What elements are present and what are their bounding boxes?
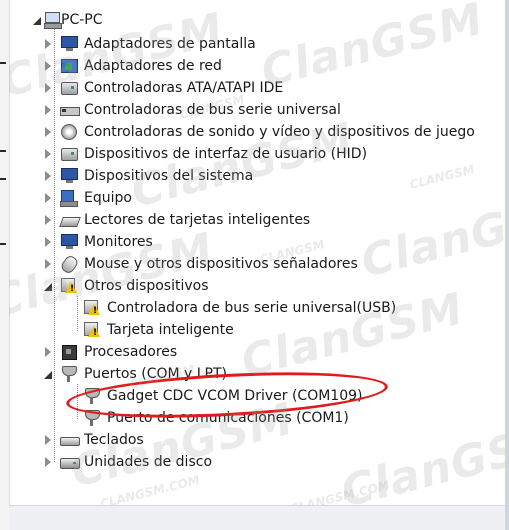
tree-item-mouse[interactable]: Mouse y otros dispositivos señaladores bbox=[9, 253, 505, 276]
tree-item-label: Controladoras de bus serie universal bbox=[84, 102, 341, 118]
computer-icon bbox=[44, 11, 62, 29]
tree-item-label: Gadget CDC VCOM Driver (COM109) bbox=[107, 388, 363, 404]
expand-icon[interactable] bbox=[43, 105, 53, 115]
smart-card-reader-icon bbox=[59, 211, 81, 228]
tree-item-network-adapters[interactable]: Adaptadores de red bbox=[9, 55, 505, 77]
tree-item-label: Puerto de comunicaciones (COM1) bbox=[107, 410, 349, 426]
network-adapter-icon bbox=[60, 57, 78, 74]
tree-item-label: Unidades de disco bbox=[84, 454, 213, 470]
tree-item-monitors[interactable]: Monitores bbox=[9, 231, 505, 253]
tree-item-sound-video[interactable]: Controladoras de sonido y vídeo y dispos… bbox=[9, 121, 505, 143]
tree-item-ide-controllers[interactable]: Controladoras ATA/ATAPI IDE bbox=[9, 77, 505, 99]
tree-item-other-smart-card[interactable]: ! Tarjeta inteligente bbox=[9, 319, 505, 341]
expand-icon[interactable] bbox=[43, 171, 53, 181]
ide-controller-icon bbox=[60, 79, 78, 96]
tree-item-usb-controllers[interactable]: Controladoras de bus serie universal bbox=[9, 99, 505, 121]
warning-device-icon: ! bbox=[60, 277, 78, 294]
display-adapter-icon bbox=[60, 35, 78, 52]
warning-device-icon: ! bbox=[83, 321, 101, 338]
port-icon bbox=[83, 409, 101, 426]
edge-mark bbox=[0, 178, 6, 180]
port-icon bbox=[60, 365, 78, 382]
expand-icon[interactable] bbox=[43, 61, 53, 71]
tree-item-label: Dispositivos del sistema bbox=[84, 168, 254, 184]
tree-item-label: Otros dispositivos bbox=[84, 278, 209, 294]
tree-item-label: Procesadores bbox=[84, 344, 178, 360]
edge-mark bbox=[0, 62, 6, 64]
tree-item-label: Lectores de tarjetas inteligentes bbox=[84, 212, 311, 228]
collapse-icon[interactable] bbox=[43, 281, 53, 291]
tree-item-label: Adaptadores de pantalla bbox=[84, 36, 256, 52]
tree-root-label: PC-PC bbox=[61, 12, 103, 28]
expand-icon[interactable] bbox=[43, 127, 53, 137]
expand-icon[interactable] bbox=[43, 83, 53, 93]
expand-icon[interactable] bbox=[43, 39, 53, 49]
monitor-icon bbox=[60, 233, 78, 250]
tree-item-processors[interactable]: Procesadores bbox=[9, 341, 505, 363]
expand-icon[interactable] bbox=[43, 149, 53, 159]
expand-icon[interactable] bbox=[43, 237, 53, 247]
tree-item-label: Dispositivos de interfaz de usuario (HID… bbox=[84, 146, 368, 162]
system-devices-icon bbox=[60, 167, 78, 184]
expand-icon[interactable] bbox=[43, 435, 53, 445]
tree-item-display-adapters[interactable]: Adaptadores de pantalla bbox=[9, 33, 505, 55]
tree-item-smart-card-readers[interactable]: Lectores de tarjetas inteligentes bbox=[9, 209, 505, 231]
tree-item-hid[interactable]: Dispositivos de interfaz de usuario (HID… bbox=[9, 143, 505, 165]
hid-icon bbox=[60, 145, 78, 162]
tree-item-keyboards[interactable]: Teclados bbox=[9, 429, 505, 451]
tree-item-label: Controladora de bus serie universal(USB) bbox=[107, 300, 397, 316]
tree-item-label: Monitores bbox=[84, 234, 153, 250]
tree-item-com1[interactable]: Puerto de comunicaciones (COM1) bbox=[9, 407, 505, 429]
tree-root-pc[interactable]: PC-PC bbox=[9, 9, 505, 31]
tree-item-disk-drives[interactable]: Unidades de disco bbox=[9, 451, 505, 473]
sound-icon bbox=[60, 123, 78, 140]
expand-icon[interactable] bbox=[43, 259, 53, 269]
tree-item-label: Puertos (COM y LPT) bbox=[84, 366, 228, 382]
edge-mark bbox=[0, 243, 6, 245]
warning-device-icon: ! bbox=[83, 299, 101, 316]
keyboard-icon bbox=[60, 431, 80, 448]
device-tree: PC-PC Adaptadores de pantalla Adaptadore… bbox=[9, 0, 505, 506]
tree-item-ports[interactable]: Puertos (COM y LPT) bbox=[9, 363, 505, 385]
tree-item-label: Adaptadores de red bbox=[84, 58, 222, 74]
disk-drive-icon bbox=[60, 453, 80, 470]
computer-icon bbox=[60, 189, 78, 207]
port-icon bbox=[83, 387, 101, 404]
processor-icon bbox=[60, 343, 78, 360]
tree-item-label: Equipo bbox=[84, 190, 132, 206]
status-bar bbox=[9, 505, 505, 530]
mouse-icon bbox=[59, 253, 80, 276]
right-window-edge bbox=[505, 0, 509, 530]
tree-item-gadget-cdc-vcom[interactable]: Gadget CDC VCOM Driver (COM109) bbox=[9, 385, 505, 407]
edge-mark bbox=[0, 150, 6, 152]
collapse-icon[interactable] bbox=[43, 369, 53, 379]
tree-item-label: Teclados bbox=[84, 432, 144, 448]
collapse-icon[interactable] bbox=[32, 15, 42, 25]
expand-icon[interactable] bbox=[43, 457, 53, 467]
tree-item-other-devices[interactable]: ! Otros dispositivos bbox=[9, 275, 505, 297]
usb-controller-icon bbox=[60, 101, 80, 118]
tree-item-label: Controladoras de sonido y vídeo y dispos… bbox=[84, 124, 475, 140]
tree-item-label: Controladoras ATA/ATAPI IDE bbox=[84, 80, 284, 96]
expand-icon[interactable] bbox=[43, 215, 53, 225]
tree-item-label: Mouse y otros dispositivos señaladores bbox=[84, 256, 358, 272]
tree-item-system-devices[interactable]: Dispositivos del sistema bbox=[9, 165, 505, 187]
tree-item-other-usb-controller[interactable]: ! Controladora de bus serie universal(US… bbox=[9, 297, 505, 319]
tree-item-label: Tarjeta inteligente bbox=[107, 322, 234, 338]
expand-icon[interactable] bbox=[43, 193, 53, 203]
tree-item-computer[interactable]: Equipo bbox=[9, 187, 505, 209]
expand-icon[interactable] bbox=[43, 347, 53, 357]
